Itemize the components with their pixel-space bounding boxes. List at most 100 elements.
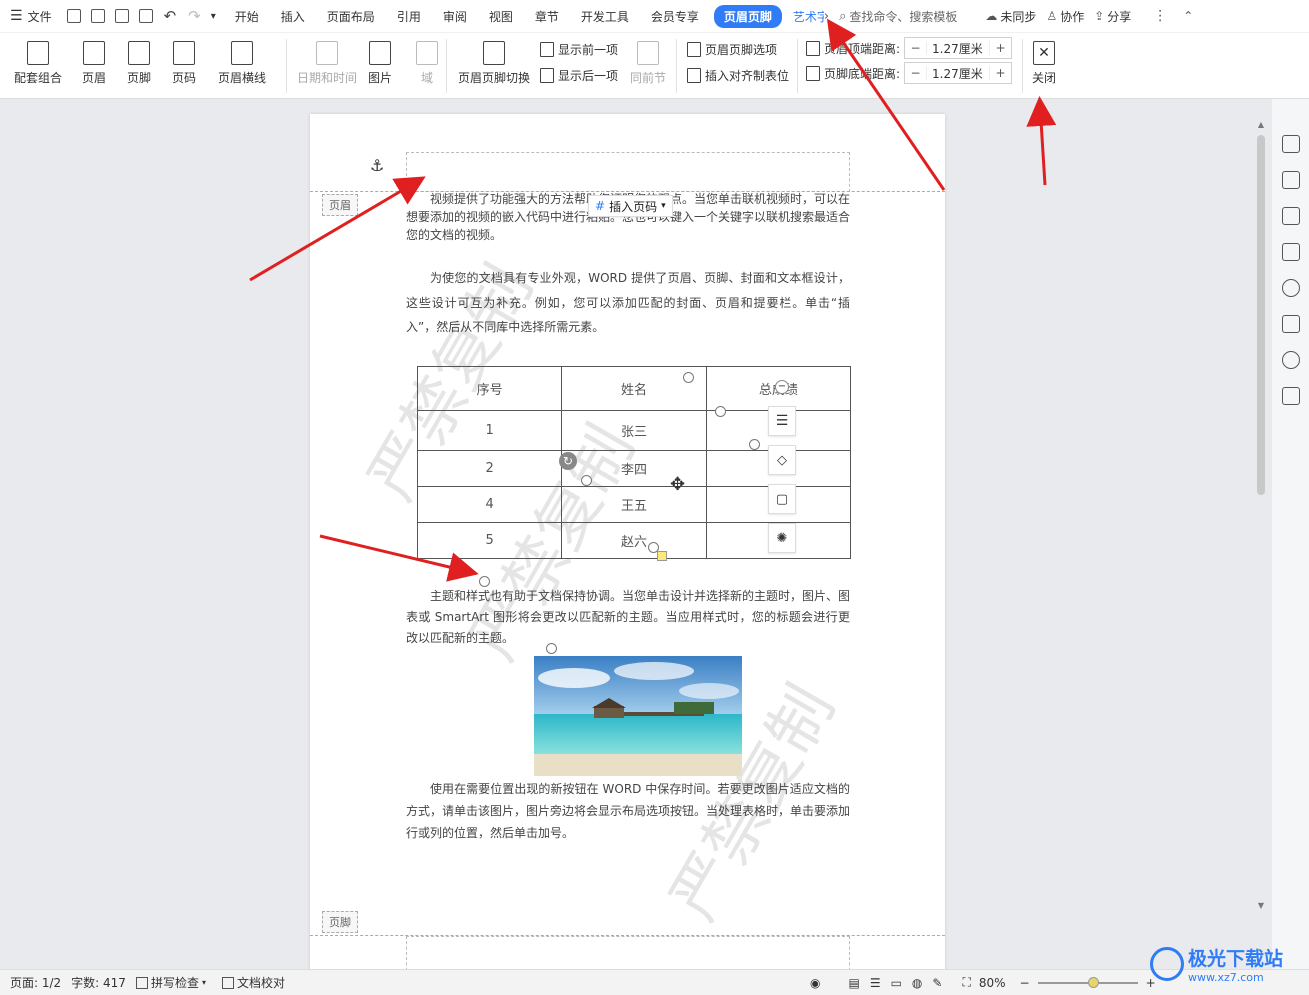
pen-icon[interactable] bbox=[1282, 171, 1300, 189]
zoom-slider[interactable] bbox=[1037, 976, 1138, 988]
tab-header-footer[interactable]: 页眉页脚 bbox=[713, 4, 782, 28]
minus-icon[interactable]: − bbox=[905, 66, 928, 80]
combo-button[interactable]: 配套组合 bbox=[14, 41, 62, 86]
paragraph-3[interactable]: 主题和样式也有助于文档保持协调。当您单击设计并选择新的主题时，图片、图表或 Sm… bbox=[406, 586, 850, 649]
rotate-handle-icon[interactable]: ↻ bbox=[559, 452, 577, 470]
document-page[interactable]: 严禁复制 严禁复制 严禁复制 ⚓ 页眉 视频提供了功能强大的方法帮助您证明您的观… bbox=[310, 114, 945, 974]
outline-view-icon[interactable]: ☰ bbox=[870, 976, 881, 990]
zoom-slider-knob[interactable] bbox=[1087, 976, 1099, 988]
help-icon[interactable] bbox=[1282, 279, 1300, 297]
footer-button[interactable]: 页脚 bbox=[127, 41, 151, 86]
picture-button[interactable]: 图片 bbox=[368, 41, 392, 86]
page-number-button[interactable]: 页码 bbox=[172, 41, 196, 86]
bottom-distance-stepper[interactable]: −1.27厘米 + bbox=[904, 62, 1013, 84]
preview-icon[interactable] bbox=[138, 9, 153, 23]
table-minus-icon[interactable]: − bbox=[775, 380, 789, 394]
lightbulb-icon[interactable]: ✺ bbox=[768, 523, 796, 553]
paragraph-4[interactable]: 使用在需要位置出现的新按钮在 WORD 中保存时间。若要更改图片适应文档的方式，… bbox=[406, 778, 850, 845]
chevron-down-icon[interactable]: ▾ bbox=[211, 11, 216, 22]
doc-proof-button[interactable]: 文档校对 bbox=[221, 974, 285, 991]
tab-developer[interactable]: 开发工具 bbox=[570, 8, 640, 25]
plus-icon[interactable]: + bbox=[989, 41, 1011, 55]
undo-icon[interactable]: ↶ bbox=[164, 7, 177, 25]
resize-handle[interactable] bbox=[749, 439, 760, 450]
tab-reference[interactable]: 引用 bbox=[386, 8, 432, 25]
chevron-right-icon[interactable]: › bbox=[824, 9, 829, 24]
lightning-icon[interactable] bbox=[1282, 351, 1300, 369]
page-indicator[interactable]: 页面: 1/2 bbox=[10, 974, 61, 991]
top-distance-stepper[interactable]: −1.27厘米 + bbox=[904, 37, 1013, 59]
insert-page-number-button[interactable]: # 插入页码 ▾ bbox=[588, 195, 673, 217]
resize-handle[interactable] bbox=[715, 406, 726, 417]
scrollbar-thumb[interactable] bbox=[1257, 135, 1265, 495]
show-prev-button[interactable]: 显示前一项 bbox=[540, 41, 618, 58]
datetime-button[interactable]: 日期和时间 bbox=[297, 41, 357, 86]
scroll-up-icon[interactable]: ▲ bbox=[1254, 120, 1268, 129]
hf-options-button[interactable]: 页眉页脚选项 bbox=[687, 41, 777, 58]
redo-icon[interactable]: ↷ bbox=[188, 7, 201, 25]
resize-handle[interactable] bbox=[581, 475, 592, 486]
table-cell[interactable]: 1 bbox=[416, 410, 563, 451]
save-icon[interactable] bbox=[66, 9, 81, 23]
export-icon[interactable] bbox=[90, 9, 105, 23]
tab-chapter[interactable]: 章节 bbox=[524, 8, 570, 25]
paragraph-2[interactable]: 为使您的文档具有专业外观，WORD 提供了页眉、页脚、封面和文本框设计，这些设计… bbox=[406, 266, 850, 340]
sync-status[interactable]: 未同步 bbox=[1000, 8, 1036, 25]
zoom-level[interactable]: 80% bbox=[979, 976, 1006, 990]
field-button[interactable]: 域 bbox=[416, 41, 438, 86]
tab-home[interactable]: 开始 bbox=[224, 8, 270, 25]
header-button[interactable]: 页眉 bbox=[82, 41, 106, 86]
resize-handle[interactable] bbox=[683, 372, 694, 383]
spell-check-button[interactable]: 拼写检查 ▾ bbox=[135, 974, 206, 991]
read-view-icon[interactable]: ▭ bbox=[891, 976, 902, 990]
pen-mode-icon[interactable]: ✎ bbox=[932, 976, 942, 990]
header-area[interactable] bbox=[406, 152, 850, 192]
collapse-icon[interactable]: ⌃ bbox=[1183, 9, 1193, 23]
scroll-down-icon[interactable]: ▼ bbox=[1254, 901, 1268, 910]
fill-color-icon[interactable]: ◇ bbox=[768, 445, 796, 475]
collab-button[interactable]: 协作 bbox=[1060, 8, 1084, 25]
zoom-out-icon[interactable]: − bbox=[1020, 976, 1030, 990]
tab-insert[interactable]: 插入 bbox=[270, 8, 316, 25]
tab-view[interactable]: 视图 bbox=[478, 8, 524, 25]
tab-art[interactable]: 艺术字 bbox=[782, 8, 824, 25]
tab-review[interactable]: 审阅 bbox=[432, 8, 478, 25]
same-prev-button[interactable]: 同前节 bbox=[630, 41, 666, 86]
table-cell[interactable]: 赵六 bbox=[561, 522, 707, 559]
show-next-button[interactable]: 显示后一项 bbox=[540, 67, 618, 84]
adjust-icon[interactable] bbox=[1282, 243, 1300, 261]
file-menu[interactable]: ☰ 文件 bbox=[0, 0, 62, 33]
table-header-cell[interactable]: 序号 bbox=[416, 366, 563, 411]
more-icon[interactable]: ⋮ bbox=[1153, 8, 1167, 24]
top-distance-value[interactable]: 1.27厘米 bbox=[927, 40, 989, 57]
yellow-handle[interactable] bbox=[657, 551, 667, 561]
fit-icon[interactable]: ⛶ bbox=[962, 975, 970, 990]
web-view-icon[interactable]: ◍ bbox=[912, 976, 922, 990]
table-cell[interactable]: 5 bbox=[416, 522, 563, 559]
tab-member[interactable]: 会员专享 bbox=[640, 8, 710, 25]
image-tool-icon[interactable] bbox=[1282, 315, 1300, 333]
search-input[interactable]: 查找命令、搜索模板 bbox=[849, 8, 957, 25]
beach-image[interactable] bbox=[534, 656, 742, 776]
word-count[interactable]: 字数: 417 bbox=[71, 974, 126, 991]
bottom-distance-value[interactable]: 1.27厘米 bbox=[927, 65, 989, 82]
cursor-icon[interactable] bbox=[1282, 207, 1300, 225]
minus-icon[interactable]: − bbox=[905, 41, 928, 55]
eye-icon[interactable]: ◉ bbox=[810, 976, 820, 990]
table-cell[interactable]: 2 bbox=[416, 450, 563, 487]
book-icon[interactable] bbox=[1282, 387, 1300, 405]
rocket-icon[interactable] bbox=[1282, 135, 1300, 153]
close-button[interactable]: ✕ 关闭 bbox=[1032, 41, 1056, 86]
tab-layout[interactable]: 页面布局 bbox=[316, 8, 386, 25]
plus-icon[interactable]: + bbox=[989, 66, 1011, 80]
table-cell[interactable]: 4 bbox=[416, 486, 563, 523]
border-icon[interactable]: ▢ bbox=[768, 484, 796, 514]
header-line-button[interactable]: 页眉横线 bbox=[218, 41, 266, 86]
switch-button[interactable]: 页眉页脚切换 bbox=[458, 41, 530, 86]
share-button[interactable]: 分享 bbox=[1107, 8, 1131, 25]
page-view-icon[interactable]: ▤ bbox=[848, 976, 859, 990]
print-icon[interactable] bbox=[114, 9, 129, 23]
insert-align-tab-button[interactable]: 插入对齐制表位 bbox=[687, 67, 789, 84]
table-cell[interactable]: 张三 bbox=[561, 410, 707, 451]
vertical-scrollbar[interactable]: ▲ ▼ bbox=[1254, 120, 1268, 910]
